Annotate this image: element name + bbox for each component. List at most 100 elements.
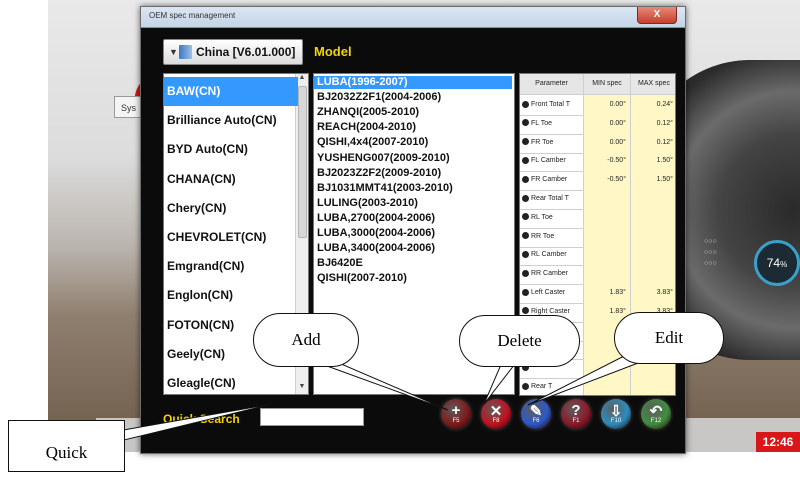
- spec-max: 1.50°: [631, 151, 675, 172]
- brand-item[interactable]: Gleagle(CN): [164, 369, 298, 394]
- add-icon: +: [451, 402, 461, 419]
- spec-min: 0.00°: [584, 95, 631, 115]
- model-item[interactable]: BJ1031MMT41(2003-2010): [314, 182, 512, 195]
- spec-max: [631, 189, 675, 209]
- shortcut-key-label: F12: [650, 418, 662, 424]
- brand-item[interactable]: BAW(CN): [164, 77, 298, 106]
- model-item[interactable]: YUSHENG007(2009-2010): [314, 152, 512, 165]
- model-item[interactable]: BJ6420E: [314, 257, 512, 270]
- model-item[interactable]: ZHANQI(2005-2010): [314, 106, 512, 119]
- spec-min: 0.00°: [584, 113, 631, 134]
- spec-param-label: FL Toe: [531, 119, 553, 127]
- spec-param: Front Total T: [520, 95, 584, 115]
- back-button[interactable]: ↶ F12: [641, 399, 671, 429]
- model-item[interactable]: QISHI,4x4(2007-2010): [314, 136, 512, 149]
- spec-param: FL Camber: [520, 151, 584, 172]
- model-item[interactable]: LULING(2003-2010): [314, 197, 512, 210]
- window-title: OEM spec management: [149, 11, 236, 20]
- spec-min: 1.83°: [584, 283, 631, 303]
- spec-param: Left Caster: [520, 283, 584, 303]
- spec-param: RR Toe: [520, 226, 584, 247]
- model-item[interactable]: BJ2032Z2F1(2004-2006): [314, 91, 512, 104]
- spec-min: -0.50°: [584, 170, 631, 191]
- spec-min: [584, 189, 631, 209]
- parameter-icon: [522, 251, 529, 259]
- spec-table-header: Parameter MIN spec MAX spec: [520, 74, 675, 95]
- spec-param-label: Front Total T: [531, 101, 571, 108]
- dropdown-arrow-icon[interactable]: ▼: [169, 40, 178, 64]
- spec-param-label: RR Toe: [531, 232, 555, 240]
- callout-edit: Edit: [614, 312, 724, 364]
- spec-min: [584, 264, 631, 285]
- callout-delete: Delete: [459, 315, 580, 367]
- spec-param: FR Camber: [520, 170, 584, 191]
- parameter-icon: [522, 232, 529, 240]
- import-button[interactable]: ⇩ F10: [601, 399, 631, 429]
- column-header: Parameter: [520, 74, 584, 94]
- spec-min: [584, 245, 631, 266]
- brand-item[interactable]: CHEVROLET(CN): [164, 223, 298, 252]
- quick-search-label: Quick Search: [163, 412, 240, 426]
- shortcut-key-label: F8: [492, 418, 500, 424]
- spec-min: [584, 226, 631, 247]
- shortcut-key-label: F6: [532, 418, 540, 424]
- help-icon: ?: [571, 402, 581, 419]
- shortcut-key-label: F1: [572, 418, 580, 424]
- brand-item[interactable]: BYD Auto(CN): [164, 135, 298, 164]
- spec-param-label: RL Camber: [531, 251, 567, 259]
- parameter-icon: [522, 307, 529, 315]
- column-header: MIN spec: [584, 74, 631, 94]
- model-item[interactable]: REACH(2004-2010): [314, 121, 512, 134]
- brand-item[interactable]: CHANA(CN): [164, 165, 298, 194]
- help-button[interactable]: ? F1: [561, 399, 591, 429]
- spec-param: RL Camber: [520, 245, 584, 266]
- spec-min: 0.00°: [584, 132, 631, 153]
- model-heading: Model: [314, 44, 352, 59]
- parameter-icon: [522, 269, 529, 277]
- parameter-icon: [522, 382, 529, 390]
- brand-item[interactable]: Brilliance Auto(CN): [164, 106, 298, 135]
- spec-param: RR Camber: [520, 264, 584, 285]
- quick-search-input[interactable]: [260, 408, 364, 426]
- parameter-icon: [522, 175, 529, 183]
- spec-param-label: Right Caster: [531, 307, 570, 315]
- model-item[interactable]: LUBA(1996-2007): [314, 76, 512, 89]
- shortcut-key-label: F5: [452, 418, 460, 424]
- brand-item[interactable]: Englon(CN): [164, 281, 298, 310]
- oem-spec-dialog: OEM spec management X ▼ China [V6.01.000…: [140, 6, 686, 454]
- delete-button[interactable]: ✕ F8: [481, 399, 511, 429]
- spec-param-label: Left Caster: [531, 289, 566, 296]
- callout-add: Add: [253, 313, 359, 367]
- callout-quick: Quick: [8, 420, 125, 472]
- spec-row[interactable]: Rear T: [520, 377, 675, 395]
- model-item[interactable]: LUBA,3400(2004-2006): [314, 242, 512, 255]
- spec-max: [631, 264, 675, 285]
- model-item[interactable]: LUBA,3000(2004-2006): [314, 227, 512, 240]
- brand-item[interactable]: Chery(CN): [164, 194, 298, 223]
- spec-max: 0.12°: [631, 132, 675, 153]
- spec-min: [584, 377, 631, 395]
- spec-param: FR Toe: [520, 132, 584, 153]
- spec-max: 3.83°: [631, 283, 675, 303]
- gauge-unit: %: [780, 260, 788, 269]
- model-item[interactable]: QISHI(2007-2010): [314, 272, 512, 285]
- brand-item[interactable]: Emgrand(CN): [164, 252, 298, 281]
- add-button[interactable]: + F5: [441, 399, 471, 429]
- title-bar[interactable]: OEM spec management X: [141, 7, 685, 28]
- parameter-icon: [522, 157, 529, 165]
- spec-min: [584, 358, 631, 379]
- spec-max: [631, 207, 675, 228]
- edit-button[interactable]: ✎ F6: [521, 399, 551, 429]
- clock: 12:46: [756, 432, 800, 452]
- close-button[interactable]: X: [637, 7, 677, 24]
- parameter-icon: [522, 288, 529, 296]
- spec-param-label: RL Toe: [531, 213, 553, 221]
- model-item[interactable]: LUBA,2700(2004-2006): [314, 212, 512, 225]
- spec-max: [631, 377, 675, 395]
- column-header: MAX spec: [631, 74, 675, 94]
- region-dropdown[interactable]: ▼ China [V6.01.000]: [163, 39, 303, 65]
- spec-param-label: FR Toe: [531, 138, 554, 146]
- model-item[interactable]: BJ2023Z2F2(2009-2010): [314, 167, 512, 180]
- scrollbar-thumb[interactable]: [298, 86, 307, 238]
- spec-param-label: FL Camber: [531, 157, 566, 165]
